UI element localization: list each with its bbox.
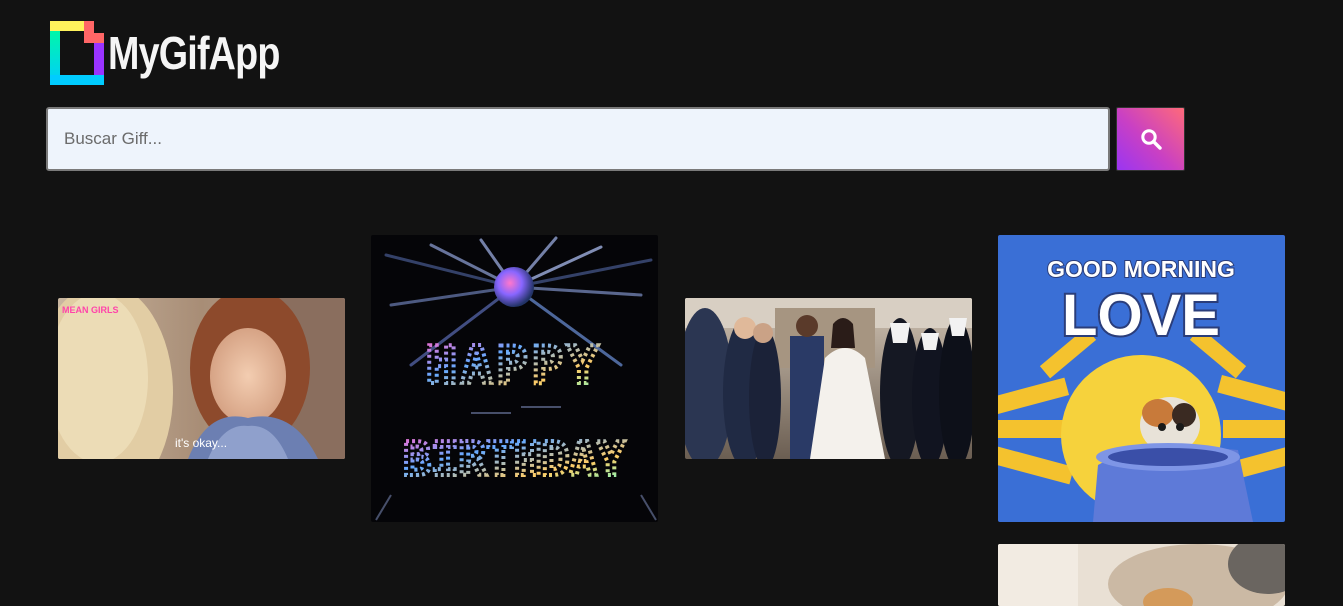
gif-text-happy: HAPPY	[426, 336, 603, 396]
gif-card-good-morning-love[interactable]: GOOD MORNING LOVE	[998, 235, 1285, 522]
gif-image-wedding	[685, 298, 972, 459]
gif-text-birthday: BIRTHDAY	[403, 432, 625, 486]
gif-card-wedding[interactable]	[685, 298, 972, 459]
gif-image-partial	[998, 544, 1285, 606]
gif-image-mean-girls: MEAN GIRLS it's okay...	[58, 298, 345, 459]
gif-image-good-morning-love: GOOD MORNING LOVE	[998, 235, 1285, 522]
gif-image-happy-birthday: HAPPY BIRTHDAY	[371, 235, 658, 522]
giphy-logo-icon	[50, 21, 104, 85]
search-button[interactable]	[1116, 107, 1185, 171]
search-icon	[1140, 129, 1162, 150]
search-input[interactable]	[46, 107, 1110, 171]
gif-caption: it's okay...	[175, 436, 227, 450]
gif-card-mean-girls[interactable]: MEAN GIRLS it's okay...	[58, 298, 345, 459]
app-title: MyGifApp	[108, 27, 280, 79]
search-bar	[46, 107, 1185, 171]
app-header: MyGifApp	[50, 20, 317, 86]
gif-card-happy-birthday[interactable]: HAPPY BIRTHDAY	[371, 235, 658, 522]
gif-text-good-morning: GOOD MORNING	[1047, 256, 1235, 282]
gif-watermark: MEAN GIRLS	[62, 305, 119, 315]
gif-text-love: LOVE	[1062, 283, 1220, 348]
gif-card-partial[interactable]	[998, 544, 1285, 606]
